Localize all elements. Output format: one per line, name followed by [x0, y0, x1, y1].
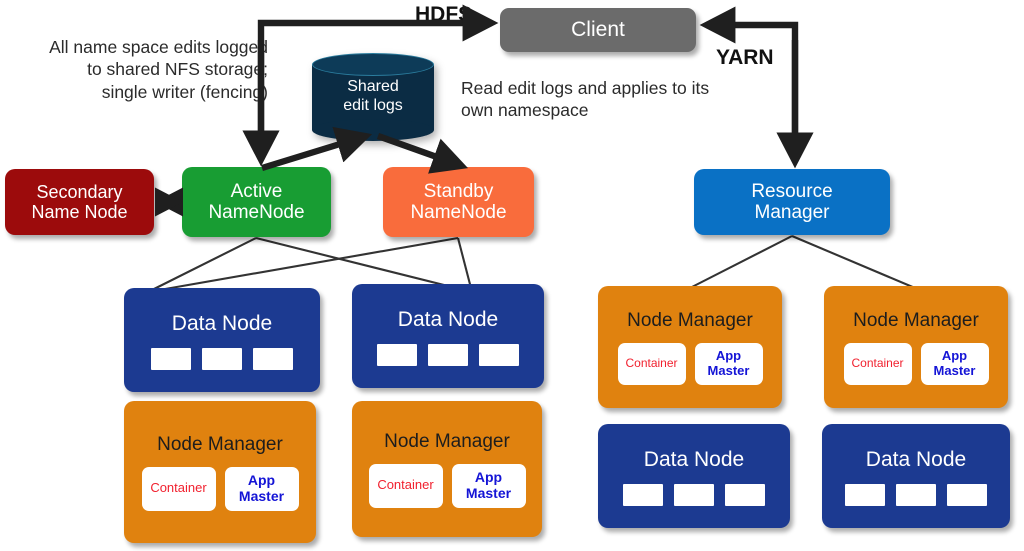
line-active-to-datanode-1	[147, 237, 257, 293]
app-master-label: App Master	[465, 468, 512, 501]
app-master-slot[interactable]: App Master	[920, 342, 989, 385]
data-block	[725, 484, 765, 507]
data-block	[845, 484, 885, 507]
app-master-line2: Master	[238, 487, 285, 504]
app-master-line2: Master	[933, 362, 976, 378]
container-label: Container	[150, 480, 207, 496]
app-master-line2: Master	[707, 362, 750, 378]
active-namenode-line1: Active	[230, 180, 283, 202]
data-node[interactable]: Data Node	[124, 288, 320, 392]
container-slot[interactable]: Container	[843, 342, 912, 385]
node-manager[interactable]: Node Manager Container App Master	[124, 401, 316, 543]
app-master-line1: App	[715, 348, 742, 364]
node-manager-slots: Container App Master	[368, 463, 526, 508]
active-namenode-line2: NameNode	[208, 202, 305, 223]
data-node[interactable]: Data Node	[822, 424, 1010, 528]
node-manager-title: Node Manager	[384, 431, 510, 453]
node-manager-title: Node Manager	[627, 310, 753, 332]
app-master-label: App Master	[708, 349, 750, 378]
data-node-blocks	[151, 348, 293, 371]
data-node-title: Data Node	[171, 311, 273, 335]
data-node-title: Data Node	[643, 447, 745, 471]
yarn-label: YARN	[716, 46, 774, 69]
line-rm-to-nodemanager-4	[791, 235, 916, 289]
app-master-slot[interactable]: App Master	[451, 463, 526, 508]
container-label: Container	[377, 477, 434, 493]
app-master-slot[interactable]: App Master	[694, 342, 763, 385]
secondary-name-node[interactable]: Secondary Name Node	[5, 169, 154, 235]
node-manager[interactable]: Node Manager Container App Master	[352, 401, 542, 537]
data-node-blocks	[845, 484, 987, 507]
resource-manager-line2: Manager	[754, 202, 830, 223]
shared-edit-logs-label: Shared edit logs	[312, 77, 434, 115]
secondary-name-node-line1: Secondary	[36, 181, 123, 202]
data-block	[377, 344, 417, 367]
container-label: Container	[851, 355, 904, 370]
data-node-title: Data Node	[397, 307, 499, 331]
standby-namenode-line1: Standby	[423, 180, 494, 202]
data-node-title: Data Node	[865, 447, 967, 471]
container-label: Container	[625, 355, 678, 370]
shared-edit-logs-label-line1: Shared	[347, 78, 399, 95]
data-block	[202, 348, 242, 371]
app-master-label: App Master	[934, 349, 976, 378]
app-master-slot[interactable]: App Master	[224, 466, 299, 511]
app-master-label: App Master	[238, 471, 285, 504]
container-slot[interactable]: Container	[141, 466, 216, 511]
resource-manager-node[interactable]: Resource Manager	[694, 169, 890, 235]
hdfs-label: HDFS	[415, 3, 473, 26]
standby-namenode[interactable]: Standby NameNode	[383, 167, 534, 237]
node-manager-slots: Container App Master	[843, 342, 989, 385]
container-slot[interactable]: Container	[617, 342, 686, 385]
secondary-name-node-line2: Name Node	[31, 202, 128, 222]
node-manager-slots: Container App Master	[141, 466, 299, 511]
container-slot[interactable]: Container	[368, 463, 443, 508]
line-rm-to-nodemanager-3	[689, 235, 793, 289]
node-manager[interactable]: Node Manager Container App Master	[824, 286, 1008, 408]
cylinder-top	[312, 53, 434, 76]
data-node[interactable]: Data Node	[352, 284, 544, 388]
client-node[interactable]: Client	[500, 8, 696, 52]
app-master-line1: App	[941, 348, 968, 364]
shared-edit-logs-label-line2: edit logs	[343, 97, 403, 115]
data-block	[623, 484, 663, 507]
cylinder-bottom	[312, 119, 434, 141]
data-block	[151, 348, 191, 371]
standby-namenode-line2: NameNode	[410, 202, 507, 223]
data-block	[428, 344, 468, 367]
node-manager[interactable]: Node Manager Container App Master	[598, 286, 782, 408]
shared-edit-logs-storage[interactable]: Shared edit logs	[312, 53, 434, 141]
app-master-line1: App	[474, 468, 503, 485]
data-node-blocks	[623, 484, 765, 507]
client-label: Client	[571, 18, 625, 42]
node-manager-slots: Container App Master	[617, 342, 763, 385]
data-block	[896, 484, 936, 507]
data-block	[947, 484, 987, 507]
data-block	[479, 344, 519, 367]
resource-manager-line1: Resource	[751, 180, 833, 202]
data-block	[674, 484, 714, 507]
diagram-canvas: HDFS YARN All name space edits logged to…	[0, 0, 1024, 551]
node-manager-title: Node Manager	[157, 434, 283, 456]
app-master-line2: Master	[465, 484, 512, 501]
note-namespace-edits: All name space edits logged to shared NF…	[49, 37, 268, 102]
app-master-line1: App	[247, 471, 276, 488]
note-read-edit-logs: Read edit logs and applies to its own na…	[461, 78, 710, 121]
node-manager-title: Node Manager	[853, 310, 979, 332]
data-block	[253, 348, 293, 371]
active-namenode[interactable]: Active NameNode	[182, 167, 331, 237]
data-node-blocks	[377, 344, 519, 367]
data-node[interactable]: Data Node	[598, 424, 790, 528]
